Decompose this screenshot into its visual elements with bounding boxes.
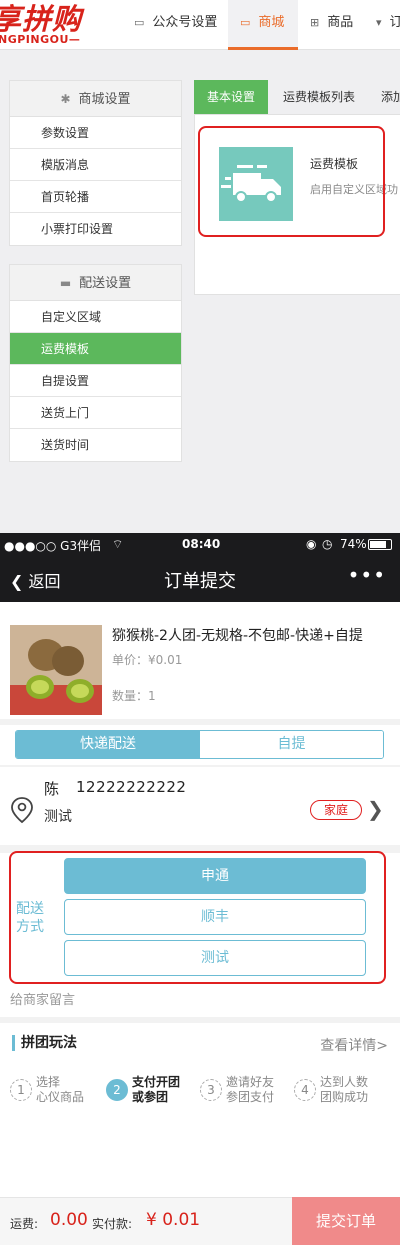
nav-wechat-settings[interactable]: ▭ 公众号设置 (134, 0, 217, 50)
phone-screen: ●●●○○ G3伴侣 ⌔ 08:40 ◉ ◷ 74% ❮ 返回 订单提交 •••… (0, 533, 400, 1245)
delivery-settings-header: ▬ 配送设置 (10, 265, 181, 301)
address-tag-badge: 家庭 (310, 800, 362, 820)
pickup-tab[interactable]: 自提 (200, 731, 383, 758)
shipping-fee-amount: 0.00 (50, 1210, 88, 1230)
settings-tabs: 基本设置 运费模板列表 添加 (194, 80, 400, 114)
divider (0, 765, 400, 767)
chevron-right-icon: ❯ (367, 797, 384, 821)
address-detail: 测试 (44, 809, 72, 825)
divider (0, 719, 400, 725)
step-line: 选择 (36, 1075, 61, 1089)
header-label: 商城设置 (78, 92, 131, 107)
nav-label: 商品 (327, 15, 354, 30)
tab-add[interactable]: 添加 (381, 80, 400, 114)
address-name: 陈 (44, 780, 60, 798)
admin-topbar: 享拼购 NGPINGOU— ▭ 公众号设置 ▭ 商城 ⊞ 商品 ▾ 订 (0, 0, 400, 50)
address-phone: 12222222222 (76, 778, 187, 796)
carrier-text: ●●●○○ G3伴侣 (4, 539, 102, 553)
mall-settings-menu: ✱ 商城设置 参数设置 模版消息 首页轮播 小票打印设置 (9, 80, 182, 246)
logo-text: 享拼购 (0, 2, 83, 36)
submit-order-button[interactable]: 提交订单 (292, 1197, 400, 1245)
nav-orders[interactable]: ▾ 订 (376, 0, 400, 50)
wifi-icon: ⌔ (112, 537, 124, 551)
total-amount: ¥ 0.01 (146, 1210, 201, 1230)
sidebar-item-template-msg[interactable]: 模版消息 (10, 149, 181, 181)
step-number: 4 (294, 1079, 316, 1101)
step-line: 参团支付 (226, 1090, 275, 1104)
cart-icon: ▾ (376, 16, 382, 29)
product-title: 猕猴桃-2人团-无规格-不包邮-快递+自提 (112, 628, 363, 644)
logo[interactable]: 享拼购 NGPINGOU— (0, 2, 83, 46)
battery-icon (368, 539, 392, 550)
step-line: 团购成功 (320, 1090, 369, 1104)
step-text: 达到人数 团购成功 (320, 1075, 368, 1105)
location-pin-icon (11, 797, 33, 824)
step-number: 1 (10, 1079, 32, 1101)
battery-text: 74% (340, 537, 367, 551)
step-line: 达到人数 (320, 1075, 369, 1089)
step-line: 邀请好友 (226, 1075, 275, 1089)
step-line: 心仪商品 (36, 1090, 85, 1104)
shipping-fee-label: 运费: (10, 1217, 39, 1231)
delivery-settings-menu: ▬ 配送设置 自定义区域 运费模板 自提设置 送货上门 送货时间 (9, 264, 182, 462)
time-text: 08:40 (182, 537, 221, 551)
nav-bar: ❮ 返回 订单提交 ••• (0, 555, 400, 602)
product-qty: 数量：1 (112, 689, 156, 703)
express-delivery-tab[interactable]: 快递配送 (16, 731, 200, 758)
sidebar-item-carousel[interactable]: 首页轮播 (10, 181, 181, 213)
product-price: 单价：¥0.01 (112, 653, 183, 667)
product-image (10, 625, 102, 715)
tab-template-list[interactable]: 运费模板列表 (283, 80, 355, 114)
sidebar-item-shipping-template[interactable]: 运费模板 (10, 333, 181, 365)
delivery-type-switch: 快递配送 自提 (15, 730, 384, 759)
sidebar-item-custom-area[interactable]: 自定义区域 (10, 301, 181, 333)
sidebar-item-params[interactable]: 参数设置 (10, 117, 181, 149)
monitor-icon: ▭ (134, 16, 145, 29)
divider (0, 1017, 400, 1023)
highlight-box (198, 126, 385, 237)
mall-settings-header: ✱ 商城设置 (10, 81, 181, 117)
sidebar-item-pickup[interactable]: 自提设置 (10, 365, 181, 397)
rotation-lock-icon: ◉ (306, 537, 317, 551)
step-text: 支付开团 或参团 (132, 1075, 180, 1105)
group-details-link[interactable]: 查看详情> (320, 1035, 388, 1055)
monitor-icon: ▭ (240, 16, 251, 29)
step-text: 邀请好友 参团支付 (226, 1075, 274, 1105)
highlight-box (9, 851, 386, 984)
box-icon: ▬ (59, 276, 72, 290)
tab-basic[interactable]: 基本设置 (194, 80, 269, 114)
alarm-icon: ◷ (322, 537, 333, 551)
nav-products[interactable]: ⊞ 商品 (310, 0, 353, 50)
step-number: 3 (200, 1079, 222, 1101)
sidebar-item-receipt-print[interactable]: 小票打印设置 (10, 213, 181, 245)
admin-panel: 享拼购 NGPINGOU— ▭ 公众号设置 ▭ 商城 ⊞ 商品 ▾ 订 ✱ 商城设置 参数… (0, 0, 400, 533)
gear-icon: ✱ (60, 92, 71, 106)
group-buy-title: 拼团玩法 (12, 1035, 77, 1051)
step-line: 或参团 (132, 1090, 169, 1104)
step-text: 选择 心仪商品 (36, 1075, 84, 1105)
more-button[interactable]: ••• (348, 563, 386, 587)
sidebar-item-delivery-time[interactable]: 送货时间 (10, 429, 181, 461)
gift-icon: ⊞ (310, 16, 320, 29)
step-line: 支付开团 (132, 1075, 181, 1089)
step-number: 2 (106, 1079, 128, 1101)
nav-label: 订 (389, 15, 400, 30)
header-label: 配送设置 (79, 276, 132, 291)
merchant-note-input[interactable]: 给商家留言 (10, 989, 75, 1008)
total-label: 实付款: (92, 1217, 133, 1231)
nav-label: 公众号设置 (152, 15, 218, 30)
nav-label: 商城 (258, 15, 285, 30)
sidebar-item-home-delivery[interactable]: 送货上门 (10, 397, 181, 429)
status-bar: ●●●○○ G3伴侣 ⌔ 08:40 ◉ ◷ 74% (0, 533, 400, 555)
nav-mall[interactable]: ▭ 商城 (228, 0, 298, 50)
page-title: 订单提交 (164, 571, 236, 592)
logo-subtext: NGPINGOU— (0, 33, 81, 46)
